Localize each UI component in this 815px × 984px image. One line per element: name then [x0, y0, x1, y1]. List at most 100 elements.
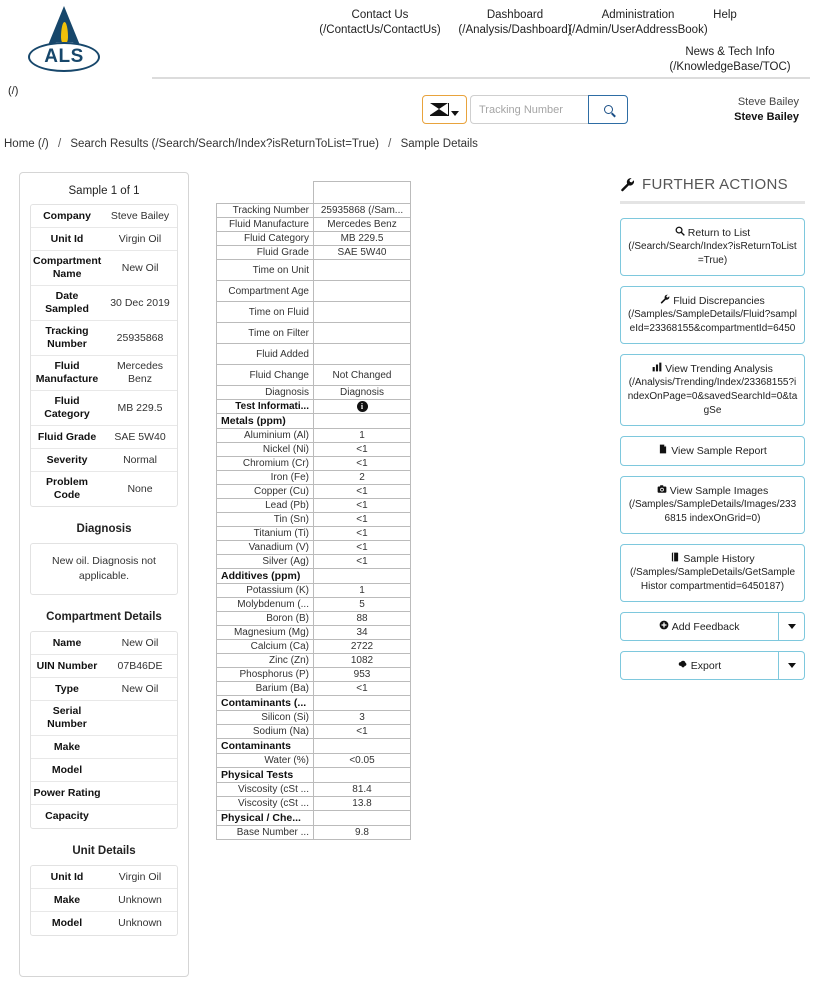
- parameter-value[interactable]: MB 229.5: [313, 231, 411, 246]
- action-button-view-trending-analysis[interactable]: View Trending Analysis (/Analysis/Trendin…: [620, 354, 805, 426]
- parameter-label: Physical / Che...: [216, 810, 314, 826]
- parameter-value[interactable]: 1: [313, 583, 411, 598]
- parameter-value[interactable]: 1: [313, 428, 411, 443]
- breadcrumb-separator: /: [388, 138, 392, 150]
- parameter-value[interactable]: <1: [313, 442, 411, 457]
- export-button[interactable]: Export: [620, 651, 779, 680]
- sample-summary-panel: Sample 1 of 1 Company Steve Bailey Unit Id…: [19, 172, 189, 977]
- breadcrumb-separator: /: [57, 138, 62, 150]
- parameter-value[interactable]: 2: [313, 470, 411, 485]
- envelope-icon: [430, 103, 449, 116]
- action-button-label: Sample History: [683, 553, 755, 565]
- table-row: Fluid Grade SAE 5W40: [216, 245, 412, 260]
- add-feedback-button[interactable]: Add Feedback: [620, 612, 779, 641]
- summary-row: Severity Normal: [31, 449, 177, 472]
- parameter-value: [313, 695, 411, 711]
- row-value: Mercedes Benz: [116, 360, 164, 385]
- further-actions-header: FURTHER ACTIONS: [620, 176, 815, 201]
- nav-item-contact-us[interactable]: Contact Us (/ContactUs/ContactUs): [310, 8, 450, 38]
- diagnosis-text: New oil. Diagnosis not applicable.: [30, 543, 178, 595]
- parameter-value[interactable]: Diagnosis: [313, 385, 411, 400]
- nav-item-help[interactable]: Help: [680, 8, 770, 23]
- als-logo[interactable]: ALS: [22, 6, 106, 80]
- row-label: Severity: [46, 453, 88, 466]
- parameter-label: Compartment Age: [216, 280, 314, 302]
- parameter-label: Physical Tests: [216, 767, 314, 783]
- breadcrumb-item-home[interactable]: Home (/): [4, 138, 49, 150]
- action-button-fluid-discrepancies[interactable]: Fluid Discrepancies (/Samples/SampleDetai…: [620, 286, 805, 344]
- parameter-value[interactable]: 81.4: [313, 782, 411, 797]
- further-actions-divider: [620, 201, 805, 204]
- table-body: Tracking Number 25935868 (/Sam... Fluid Ma…: [216, 203, 412, 840]
- parameter-value[interactable]: SAE 5W40: [313, 245, 411, 260]
- breadcrumb-item-search-results[interactable]: Search Results (/Search/Search/Index?isR…: [70, 138, 379, 150]
- home-path-link[interactable]: (/): [8, 85, 18, 97]
- parameter-value[interactable]: 25935868 (/Sam...: [313, 203, 411, 218]
- row-label: Make: [53, 893, 81, 906]
- parameter-value[interactable]: 9.8: [313, 825, 411, 840]
- parameter-value[interactable]: <1: [313, 724, 411, 739]
- action-button-url: (/Analysis/Trending/Index/23368155?index…: [627, 377, 798, 416]
- parameter-label: Contaminants: [216, 738, 314, 754]
- main-navigation: Contact Us (/ContactUs/ContactUs) Dashbo…: [150, 5, 810, 75]
- envelope-dropdown-button[interactable]: [422, 95, 467, 124]
- action-button-view-sample-images[interactable]: View Sample Images (/Samples/SampleDetail…: [620, 476, 805, 534]
- nav-label: Contact Us: [351, 9, 409, 21]
- parameter-value[interactable]: <1: [313, 554, 411, 569]
- info-icon[interactable]: i: [356, 401, 368, 412]
- split-button-dropdown-toggle[interactable]: [779, 612, 805, 641]
- parameter-value[interactable]: 34: [313, 625, 411, 640]
- parameter-value[interactable]: 2722: [313, 639, 411, 654]
- parameter-value[interactable]: Not Changed: [313, 364, 411, 386]
- parameter-label: Tin (Sn): [216, 512, 314, 527]
- row-value: Virgin Oil: [118, 232, 162, 245]
- split-button-dropdown-toggle[interactable]: [779, 651, 805, 680]
- wrench-icon: [620, 177, 635, 192]
- parameter-value[interactable]: i: [313, 399, 411, 414]
- parameter-value[interactable]: 88: [313, 611, 411, 626]
- action-button-label: Return to List: [687, 227, 751, 239]
- chevron-down-icon: [787, 624, 796, 629]
- parameter-value[interactable]: 13.8: [313, 796, 411, 811]
- parameter-value[interactable]: 1082: [313, 653, 411, 668]
- parameter-label: Calcium (Ca): [216, 639, 314, 654]
- sample-summary-table: Company Steve Bailey Unit Id Virgin Oil Comp…: [30, 204, 178, 507]
- parameter-value[interactable]: 3: [313, 710, 411, 725]
- parameter-label: Copper (Cu): [216, 484, 314, 499]
- table-row: Fluid Category MB 229.5: [216, 231, 412, 246]
- breadcrumb-item-sample-details: Sample Details: [400, 138, 478, 150]
- search-button[interactable]: [588, 95, 628, 124]
- parameter-value[interactable]: <1: [313, 498, 411, 513]
- table-header-value-cell: [313, 181, 411, 204]
- parameter-value[interactable]: <1: [313, 540, 411, 555]
- parameter-value[interactable]: <1: [313, 456, 411, 471]
- action-button-return-to-list[interactable]: Return to List (/Search/Search/Index?isRe…: [620, 218, 805, 276]
- nav-url: (/ContactUs/ContactUs): [319, 24, 441, 36]
- row-value: None: [127, 482, 153, 495]
- parameter-value[interactable]: <1: [313, 526, 411, 541]
- action-button-view-sample-report[interactable]: View Sample Report: [620, 436, 805, 466]
- parameter-value[interactable]: <1: [313, 484, 411, 499]
- user-info: Steve Bailey Steve Bailey: [734, 95, 799, 125]
- search-input[interactable]: [470, 95, 588, 124]
- parameter-value[interactable]: 5: [313, 597, 411, 612]
- parameter-value[interactable]: <1: [313, 681, 411, 696]
- row-label: Unit Id: [50, 870, 84, 883]
- parameter-value[interactable]: 953: [313, 667, 411, 682]
- table-row: Viscosity (cSt ... 13.8: [216, 796, 412, 811]
- nav-item-news-tech-info[interactable]: News & Tech Info (/KnowledgeBase/TOC): [640, 45, 815, 75]
- action-button-label: Fluid Discrepancies: [673, 295, 765, 307]
- action-button-sample-history[interactable]: Sample History (/Samples/SampleDetails/Ge…: [620, 544, 805, 602]
- parameter-value[interactable]: Mercedes Benz: [313, 217, 411, 232]
- table-row: Nickel (Ni) <1: [216, 442, 412, 457]
- row-value: Virgin Oil: [118, 870, 162, 883]
- parameter-value[interactable]: <0.05: [313, 753, 411, 768]
- parameter-label: Base Number ...: [216, 825, 314, 840]
- table-row: Tin (Sn) <1: [216, 512, 412, 527]
- parameter-value[interactable]: <1: [313, 512, 411, 527]
- table-header-key-cell: [216, 181, 314, 204]
- table-row: Fluid Change Not Changed: [216, 364, 412, 386]
- parameter-label: Vanadium (V): [216, 540, 314, 555]
- further-actions-title: FURTHER ACTIONS: [642, 176, 788, 193]
- row-value: [103, 789, 177, 797]
